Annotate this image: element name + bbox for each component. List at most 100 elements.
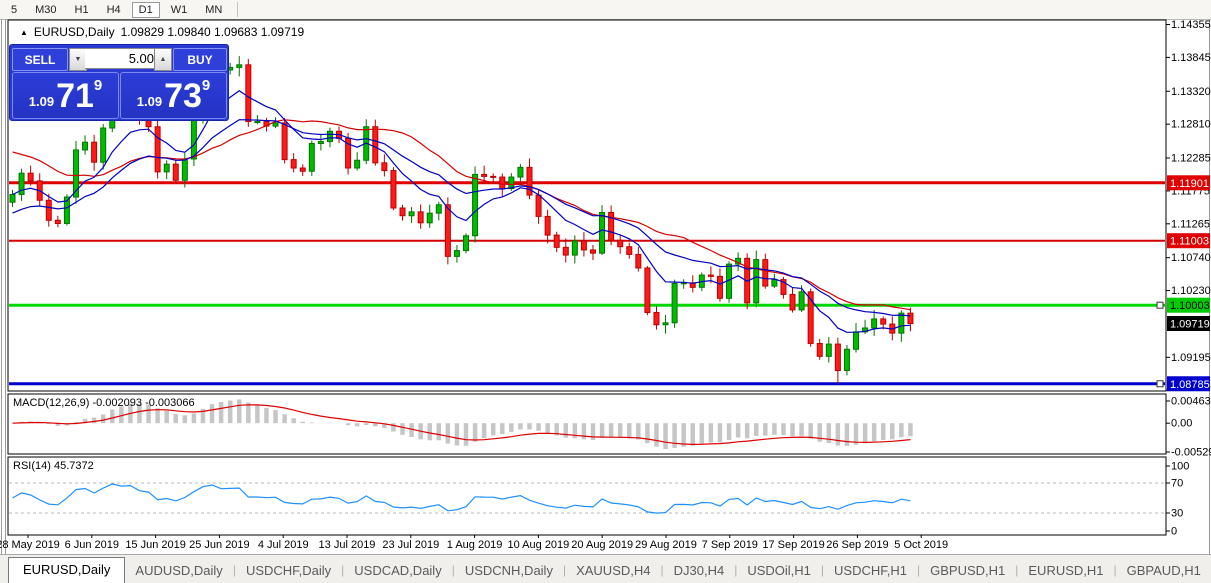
- candle-body: [473, 174, 478, 235]
- time-axis-label: 26 Sep 2019: [826, 539, 888, 551]
- candle-body: [427, 213, 432, 223]
- tab-xauusd-h4[interactable]: XAUUSD,H4: [566, 559, 660, 583]
- price-level-handle[interactable]: [1157, 381, 1163, 387]
- candle-body: [799, 292, 804, 310]
- sell-price-tile[interactable]: 1.09 71 9: [12, 72, 119, 119]
- candle-body: [436, 205, 441, 213]
- candle-body: [854, 332, 859, 349]
- candle-body: [255, 122, 260, 123]
- time-axis-label: 25 Jun 2019: [189, 539, 250, 551]
- tab-usdchf-h1[interactable]: USDCHF,H1: [824, 559, 917, 583]
- candle-body: [464, 236, 469, 251]
- candle-body: [391, 171, 396, 208]
- price-axis-label: 1.10230: [1171, 285, 1211, 297]
- rsi-line: [13, 484, 911, 513]
- candle-body: [872, 319, 877, 328]
- candle-body: [844, 349, 849, 370]
- price-level-badge: 1.11003: [1170, 236, 1209, 248]
- time-axis-label: 13 Jul 2019: [319, 539, 376, 551]
- candle-body: [835, 344, 840, 370]
- symbol-tab-bar: EURUSD,DailyAUDUSD,Daily|USDCHF,Daily|US…: [0, 554, 1211, 583]
- macd-axis-label: -0.00529: [1171, 446, 1211, 458]
- candle-body: [164, 164, 169, 172]
- candle-body: [300, 168, 305, 171]
- tab-audusd-daily[interactable]: AUDUSD,Daily: [125, 559, 232, 583]
- candle-body: [717, 276, 722, 298]
- candle-body: [763, 260, 768, 286]
- sell-price-big: 71: [56, 79, 94, 113]
- candle-body: [445, 205, 450, 257]
- mt4-window: 5M30H1H4D1W1MN 1.143551.138451.133201.12…: [0, 0, 1211, 583]
- candle-body: [581, 241, 586, 250]
- candle-body: [246, 65, 251, 122]
- tab-usdcad-daily[interactable]: USDCAD,Daily: [344, 559, 451, 583]
- time-axis-label: 7 Sep 2019: [702, 539, 758, 551]
- buy-price-prefix: 1.09: [137, 94, 162, 109]
- volume-increase-button[interactable]: ▲: [154, 48, 172, 71]
- candle-body: [182, 159, 187, 180]
- time-axis-label: 15 Jun 2019: [125, 539, 186, 551]
- candle-body: [83, 142, 88, 150]
- time-axis-label: 20 Aug 2019: [571, 539, 633, 551]
- tab-usdoil-h1[interactable]: USDOil,H1: [737, 559, 821, 583]
- candle-body: [590, 250, 595, 253]
- candle-body: [618, 240, 623, 246]
- candle-body: [654, 312, 659, 324]
- candle-body: [772, 280, 777, 286]
- price-axis-label: 1.12285: [1171, 153, 1211, 165]
- chart-title-bar: ▲ EURUSD,Daily 1.09829 1.09840 1.09683 1…: [20, 25, 304, 39]
- chart-ohlc-values: 1.09829 1.09840 1.09683 1.09719: [121, 25, 305, 39]
- candle-body: [899, 313, 904, 333]
- one-click-trading-panel: SELL ▼ ▲ BUY 1.09 71 9 1.09 73 9: [9, 44, 229, 121]
- tab-usdcnh-daily[interactable]: USDCNH,Daily: [455, 559, 563, 583]
- time-axis-label: 10 Aug 2019: [508, 539, 570, 551]
- candle-body: [92, 142, 97, 162]
- tab-eurusd-daily[interactable]: EURUSD,Daily: [8, 557, 125, 583]
- collapse-panel-icon[interactable]: ▲: [20, 28, 28, 37]
- price-axis-label: 1.13320: [1171, 86, 1211, 98]
- candle-body: [101, 128, 106, 162]
- candle-body: [600, 213, 605, 254]
- candle-body: [318, 142, 323, 144]
- rsi-axis-label: 0: [1171, 526, 1177, 538]
- tab-eurusd-h1[interactable]: EURUSD,H1: [1018, 559, 1113, 583]
- candle-body: [237, 65, 242, 68]
- tab-gbpusd-h1[interactable]: GBPUSD,H1: [920, 559, 1015, 583]
- rsi-indicator-label: RSI(14) 45.7372: [13, 460, 94, 472]
- volume-input[interactable]: [85, 48, 164, 69]
- price-level-handle[interactable]: [1157, 302, 1163, 308]
- candle-body: [355, 160, 360, 168]
- candle-body: [291, 160, 296, 168]
- time-axis-label: 23 Jul 2019: [382, 539, 439, 551]
- buy-button[interactable]: BUY: [173, 48, 227, 71]
- sell-button[interactable]: SELL: [12, 48, 68, 71]
- time-axis-label: 4 Jul 2019: [258, 539, 309, 551]
- price-level-badge: 1.11901: [1170, 178, 1209, 190]
- time-axis-label: 6 Jun 2019: [65, 539, 119, 551]
- candle-body: [518, 167, 523, 177]
- candle-body: [645, 268, 650, 313]
- macd-axis-label: 0.00: [1171, 418, 1192, 430]
- candle-body: [327, 131, 332, 141]
- candle-body: [173, 164, 178, 180]
- candle-body: [754, 260, 759, 303]
- price-axis-label: 1.09195: [1171, 352, 1211, 364]
- rsi-axis-label: 100: [1171, 461, 1189, 473]
- price-level-badge: 1.10003: [1170, 300, 1210, 312]
- candle-body: [400, 208, 405, 216]
- candle-body: [572, 241, 577, 255]
- time-axis-label: 5 Oct 2019: [894, 539, 948, 551]
- tab-gbpaud-h1[interactable]: GBPAUD,H1: [1117, 559, 1211, 583]
- candle-body: [273, 123, 278, 126]
- tab-dj30-h4[interactable]: DJ30,H4: [664, 559, 735, 583]
- candle-body: [500, 177, 505, 189]
- candle-body: [563, 247, 568, 255]
- candle-body: [826, 344, 831, 356]
- candle-body: [46, 200, 51, 220]
- tab-usdchf-daily[interactable]: USDCHF,Daily: [236, 559, 341, 583]
- price-level-badge: 1.08785: [1170, 379, 1210, 391]
- buy-price-tile[interactable]: 1.09 73 9: [120, 72, 227, 119]
- candle-body: [382, 163, 387, 171]
- candle-body: [663, 323, 668, 325]
- price-axis-label: 1.14355: [1171, 19, 1211, 31]
